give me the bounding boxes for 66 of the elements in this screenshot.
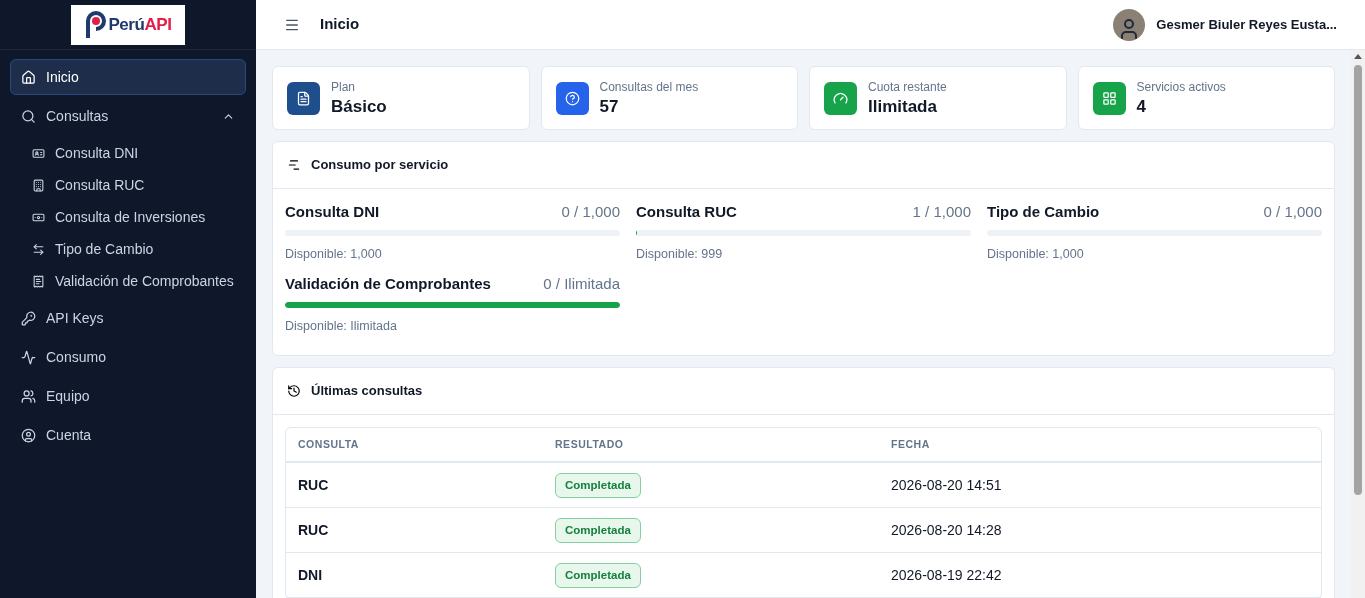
question-icon (564, 90, 580, 106)
avatar[interactable] (1113, 8, 1146, 41)
receipt-icon (32, 274, 45, 288)
history-icon (287, 384, 301, 398)
status-badge: Completada (555, 517, 641, 544)
table-cell-text: RUC (298, 475, 330, 495)
grid-icon (1101, 90, 1117, 106)
table-cell-text: 2026-08-19 22:42 (891, 565, 1003, 585)
service-name: Consulta RUC (636, 202, 737, 222)
pulse-icon (21, 349, 36, 365)
sidebar-item[interactable]: Consumo (10, 339, 246, 375)
user-name[interactable]: Gesmer Biuler Reyes Eusta... (1156, 14, 1337, 35)
logo-text: PerúAPI (108, 13, 172, 36)
search-icon (21, 108, 36, 124)
column-header: FECHA (891, 436, 931, 452)
stat-label: Plan (331, 79, 357, 96)
table-cell-text: RUC (298, 520, 330, 540)
user-circle-icon (21, 427, 36, 443)
sidebar-subitem[interactable]: Consulta DNI (10, 137, 246, 169)
gauge-icon (833, 90, 848, 106)
page-title: Inicio (320, 14, 360, 35)
available-text: Disponible: Ilimitada (285, 317, 398, 335)
arrows-icon (32, 242, 45, 256)
service-name: Consulta DNI (285, 202, 380, 222)
status-badge: Completada (555, 472, 641, 499)
stat-value: Ilimitada (868, 96, 938, 118)
service-name: Tipo de Cambio (987, 202, 1100, 222)
sidebar-subitem[interactable]: Validación de Comprobantes (10, 265, 246, 297)
logo-mark-icon (84, 9, 107, 40)
stat-label: Cuota restante (868, 79, 947, 96)
sidebar-item[interactable]: Cuenta (10, 417, 246, 453)
chart-icon (287, 158, 301, 172)
usage-reading: 0 / 1,000 (1263, 202, 1322, 222)
available-text: Disponible: 1,000 (987, 245, 1085, 263)
table-cell-text: 2026-08-20 14:28 (891, 520, 1003, 540)
card-title: Últimas consultas (311, 382, 423, 401)
column-header: CONSULTA (298, 436, 360, 452)
usage-reading: 1 / 1,000 (912, 202, 971, 222)
status-badge: Completada (555, 562, 641, 589)
stat-label: Consultas del mes (599, 79, 699, 96)
stat-value: 57 (599, 96, 620, 118)
table-cell-text: DNI (298, 565, 324, 585)
available-text: Disponible: 999 (636, 245, 724, 263)
service-name: Validación de Comprobantes (285, 274, 491, 294)
sidebar-subitem[interactable]: Tipo de Cambio (10, 233, 246, 265)
key-icon (21, 310, 36, 326)
usage-reading: 0 / Ilimitada (543, 274, 620, 294)
stat-label: Servicios activos (1136, 79, 1226, 96)
document-icon (296, 90, 311, 106)
sidebar-subitem[interactable]: Consulta RUC (10, 169, 246, 201)
stat-value: Básico (331, 96, 387, 118)
sidebar-item[interactable]: Consultas (10, 98, 246, 134)
available-text: Disponible: 1,000 (285, 245, 383, 263)
stat-value: 4 (1136, 96, 1147, 118)
card-title: Consumo por servicio (311, 156, 449, 175)
sidebar-item[interactable]: Equipo (10, 378, 246, 414)
sidebar-item[interactable]: Inicio (10, 59, 246, 95)
column-header: RESULTADO (555, 436, 625, 452)
table-cell-text: 2026-08-20 14:51 (891, 475, 1003, 495)
sidebar-subitem[interactable]: Consulta de Inversiones (10, 201, 246, 233)
building-icon (32, 178, 45, 192)
users-icon (21, 388, 36, 404)
home-icon (21, 69, 36, 85)
usage-reading: 0 / 1,000 (561, 202, 620, 222)
id-card-icon (32, 146, 45, 160)
sidebar-item[interactable]: API Keys (10, 300, 246, 336)
